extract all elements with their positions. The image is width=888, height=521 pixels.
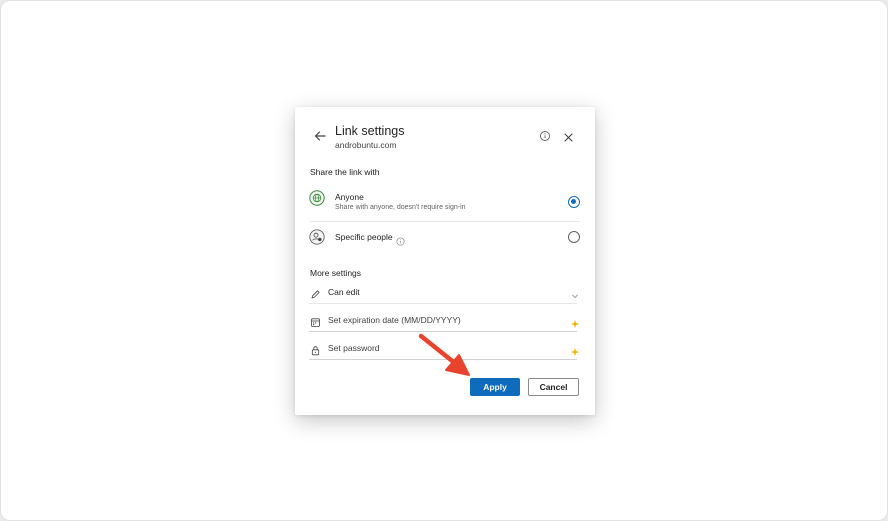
permission-underline	[309, 303, 577, 304]
close-icon[interactable]	[563, 130, 574, 142]
premium-sparkle-icon	[570, 344, 580, 357]
option-divider	[310, 221, 580, 222]
expiration-date-field[interactable]: Set expiration date (MM/DD/YYYY)	[309, 312, 581, 332]
expiration-date-placeholder: Set expiration date (MM/DD/YYYY)	[328, 315, 461, 325]
globe-icon	[309, 190, 325, 206]
share-option-anyone-title: Anyone	[335, 192, 364, 202]
dialog-title: Link settings	[335, 124, 405, 138]
lock-icon	[310, 343, 321, 356]
arrow-left-icon[interactable]	[312, 128, 328, 144]
share-option-anyone-description: Share with anyone, doesn't require sign-…	[335, 204, 466, 211]
permission-value: Can edit	[328, 287, 360, 297]
share-option-anyone[interactable]: Anyone Share with anyone, doesn't requir…	[308, 189, 581, 217]
more-settings-heading: More settings	[310, 268, 362, 278]
dialog-subtitle: androbuntu.com	[335, 140, 397, 150]
screen-background: Link settings androbuntu.com Share the l…	[0, 0, 888, 521]
chevron-down-icon	[570, 288, 580, 299]
apply-button[interactable]: Apply	[470, 378, 520, 396]
share-option-specific-people[interactable]: Specific people	[308, 228, 581, 246]
share-section-heading: Share the link with	[310, 167, 380, 177]
share-option-specific-title: Specific people	[335, 232, 393, 242]
specific-people-radio[interactable]	[568, 231, 580, 243]
info-icon[interactable]	[539, 129, 551, 141]
info-icon[interactable]	[396, 233, 405, 246]
anyone-radio[interactable]	[568, 196, 580, 208]
password-placeholder: Set password	[328, 343, 380, 353]
premium-sparkle-icon	[570, 316, 580, 329]
permission-dropdown[interactable]: Can edit	[309, 284, 581, 304]
cancel-button[interactable]: Cancel	[528, 378, 579, 396]
annotation-arrow-icon	[413, 329, 477, 381]
pencil-icon	[310, 287, 321, 299]
calendar-icon	[310, 315, 321, 327]
people-icon	[309, 229, 325, 245]
